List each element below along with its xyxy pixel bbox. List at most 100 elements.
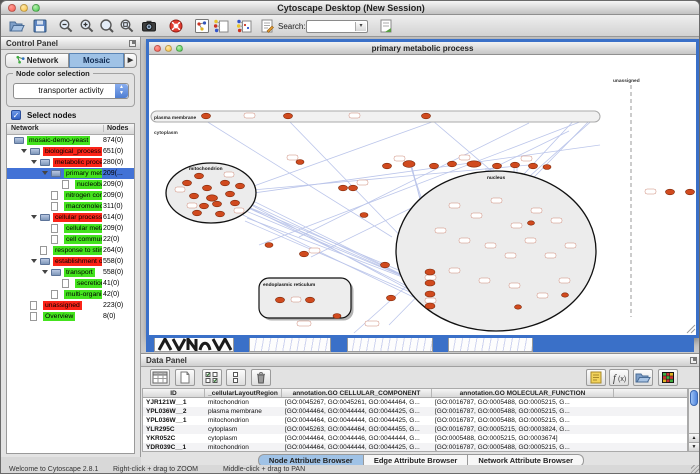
tree-row-count: 280(0) bbox=[103, 159, 123, 166]
scroll-up-icon[interactable]: ▲ bbox=[689, 433, 699, 442]
svg-text:mitochondrion: mitochondrion bbox=[189, 166, 223, 172]
unselect-attributes-icon[interactable] bbox=[226, 369, 246, 386]
tree-column-nodes[interactable]: Nodes bbox=[103, 125, 128, 132]
tree-row[interactable]: nitrogen compo209(0) bbox=[7, 190, 134, 201]
disclosure-triangle-icon[interactable] bbox=[31, 259, 37, 263]
disclosure-triangle-icon[interactable] bbox=[21, 149, 27, 153]
vizmapper-icon[interactable] bbox=[213, 18, 229, 34]
disclosure-triangle-icon[interactable] bbox=[31, 160, 37, 164]
help-lifebuoy-icon[interactable] bbox=[168, 18, 184, 34]
background-window-edge[interactable] bbox=[146, 338, 154, 352]
import-attributes-folder-icon[interactable] bbox=[633, 369, 653, 386]
tree-row[interactable]: cell communicat22(0) bbox=[7, 234, 134, 245]
tree-row-count: 209(0) bbox=[103, 192, 123, 199]
zoom-fit-icon[interactable] bbox=[99, 18, 115, 34]
table-row[interactable]: YJR121W__1mitochondrion[GO:0045267, GO:0… bbox=[143, 398, 687, 407]
zoom-in-icon[interactable] bbox=[79, 18, 95, 34]
search-dropdown-arrow-icon[interactable]: ▾ bbox=[355, 22, 366, 31]
tree-row[interactable]: primary metabol209(... bbox=[7, 168, 134, 179]
window-resize-grip[interactable] bbox=[691, 465, 700, 474]
matrix-heatmap-icon[interactable] bbox=[658, 369, 678, 386]
network-canvas[interactable]: plasma membrane cytoplasm mitochondrion … bbox=[149, 55, 696, 335]
tree-row[interactable]: unassigned223(0) bbox=[7, 300, 134, 311]
tree-row[interactable]: establishment of lo558(0) bbox=[7, 256, 134, 267]
column-header[interactable]: annotation.GO MOLECULAR_FUNCTION bbox=[432, 389, 614, 397]
column-header[interactable]: _cellularLayoutRegion bbox=[205, 389, 282, 397]
tree-row[interactable]: macromolecule311(0) bbox=[7, 201, 134, 212]
tree-row[interactable]: multi-organism pro42(0) bbox=[7, 289, 134, 300]
search-options-icon[interactable] bbox=[378, 18, 394, 34]
tree-row[interactable]: Overview8(0) bbox=[7, 311, 134, 322]
tree-row-label: nucleobase- bbox=[75, 180, 102, 189]
background-window-content[interactable] bbox=[347, 338, 433, 352]
float-panel-icon[interactable] bbox=[690, 357, 697, 364]
open-file-icon[interactable] bbox=[9, 18, 25, 34]
region-plasma-membrane: plasma membrane bbox=[151, 111, 600, 122]
save-icon[interactable] bbox=[32, 18, 48, 34]
background-window-edge[interactable] bbox=[234, 338, 249, 352]
tree-row[interactable]: biological_process651(0) bbox=[7, 146, 134, 157]
select-nodes-checkbox[interactable]: ✓ bbox=[11, 110, 21, 120]
canvas-resize-grip-icon[interactable] bbox=[687, 325, 695, 333]
background-window-content[interactable] bbox=[154, 338, 234, 352]
window-titlebar[interactable]: Cytoscape Desktop (New Session) bbox=[1, 1, 700, 15]
table-row[interactable]: YKR052Ccytoplasm[GO:0044464, GO:0044446,… bbox=[143, 434, 687, 443]
background-window-edge[interactable] bbox=[331, 338, 347, 352]
tree-row[interactable]: cellular process614(0) bbox=[7, 212, 134, 223]
tree-row[interactable]: metabolic process280(0) bbox=[7, 157, 134, 168]
background-window-edge[interactable] bbox=[533, 338, 694, 352]
attribute-list-icon[interactable] bbox=[586, 369, 606, 386]
vizmapper-alt-icon[interactable] bbox=[236, 18, 252, 34]
background-window-edge[interactable] bbox=[433, 338, 448, 352]
background-window-content[interactable] bbox=[448, 338, 533, 352]
column-header[interactable]: annotation.GO CELLULAR_COMPONENT bbox=[282, 389, 432, 397]
network-overview-icon[interactable] bbox=[194, 18, 210, 34]
tree-column-network[interactable]: Network bbox=[11, 125, 39, 132]
node-color-dropdown[interactable]: transporter activity ▲▼ bbox=[13, 83, 129, 99]
float-panel-icon[interactable] bbox=[129, 40, 136, 47]
scroll-down-icon[interactable]: ▼ bbox=[689, 442, 699, 451]
disclosure-triangle-icon[interactable] bbox=[42, 270, 48, 274]
table-row[interactable]: YLR295Ccytoplasm[GO:0045263, GO:0044464,… bbox=[143, 425, 687, 434]
scrollbar-thumb[interactable] bbox=[690, 390, 698, 406]
tree-row[interactable]: nucleobase-209(0) bbox=[7, 179, 134, 190]
annotation-icon[interactable] bbox=[259, 18, 275, 34]
data-panel: Data Panel f(x) ID_cellularLa bbox=[141, 353, 700, 465]
tree-row[interactable]: transport558(0) bbox=[7, 267, 134, 278]
table-row[interactable]: YPL036W__2plasma membrane[GO:0044464, GO… bbox=[143, 407, 687, 416]
table-row[interactable]: YDR039C__1mitochondrion[GO:0044464, GO:0… bbox=[143, 443, 687, 452]
column-header[interactable] bbox=[614, 389, 688, 397]
background-window-content[interactable] bbox=[249, 338, 331, 352]
tree-row[interactable]: response to stimulu264(0) bbox=[7, 245, 134, 256]
zoom-out-icon[interactable] bbox=[58, 18, 74, 34]
tree-row-count: 8(0) bbox=[103, 313, 115, 320]
snapshot-camera-icon[interactable] bbox=[141, 18, 157, 34]
tab-overflow-arrow[interactable]: ▶ bbox=[124, 53, 137, 68]
tree-row[interactable]: secretion41(0) bbox=[7, 278, 134, 289]
data-panel-title: Data Panel bbox=[141, 354, 700, 367]
network-window-titlebar[interactable]: primary metabolic process bbox=[149, 42, 696, 55]
tab-network[interactable]: Network bbox=[5, 53, 69, 68]
table-row[interactable]: YPL036W__1mitochondrion[GO:0044464, GO:0… bbox=[143, 416, 687, 425]
disclosure-triangle-icon[interactable] bbox=[42, 171, 48, 175]
tree-row[interactable]: cellular metabol209(0) bbox=[7, 223, 134, 234]
attribute-table-icon[interactable] bbox=[150, 369, 170, 386]
folder-icon bbox=[30, 148, 40, 155]
tree-row[interactable]: mosaic-demo-yeast874(0) bbox=[7, 135, 134, 146]
dropdown-arrows-icon[interactable]: ▲▼ bbox=[115, 84, 128, 98]
select-attributes-icon[interactable] bbox=[202, 369, 222, 386]
formula-icon[interactable]: f(x) bbox=[609, 369, 629, 386]
table-cell: mitochondrion bbox=[205, 398, 282, 407]
disclosure-triangle-icon[interactable] bbox=[31, 215, 37, 219]
new-attribute-icon[interactable] bbox=[175, 369, 195, 386]
tab-mosaic[interactable]: Mosaic bbox=[69, 53, 124, 68]
attribute-table-header: ID_cellularLayoutRegionannotation.GO CEL… bbox=[143, 389, 687, 398]
table-cell: [GO:0044464, GO:0044444, GO:0044425, G..… bbox=[282, 407, 432, 416]
delete-attribute-trash-icon[interactable] bbox=[251, 369, 271, 386]
search-input[interactable]: ▾ bbox=[306, 20, 368, 33]
zoom-selected-icon[interactable] bbox=[119, 18, 135, 34]
table-scrollbar[interactable]: ▲ ▼ bbox=[688, 388, 700, 452]
network-view-window[interactable]: primary metabolic process bbox=[146, 39, 699, 338]
column-header[interactable]: ID bbox=[143, 389, 205, 397]
tree-header[interactable]: Network Nodes bbox=[7, 124, 134, 135]
